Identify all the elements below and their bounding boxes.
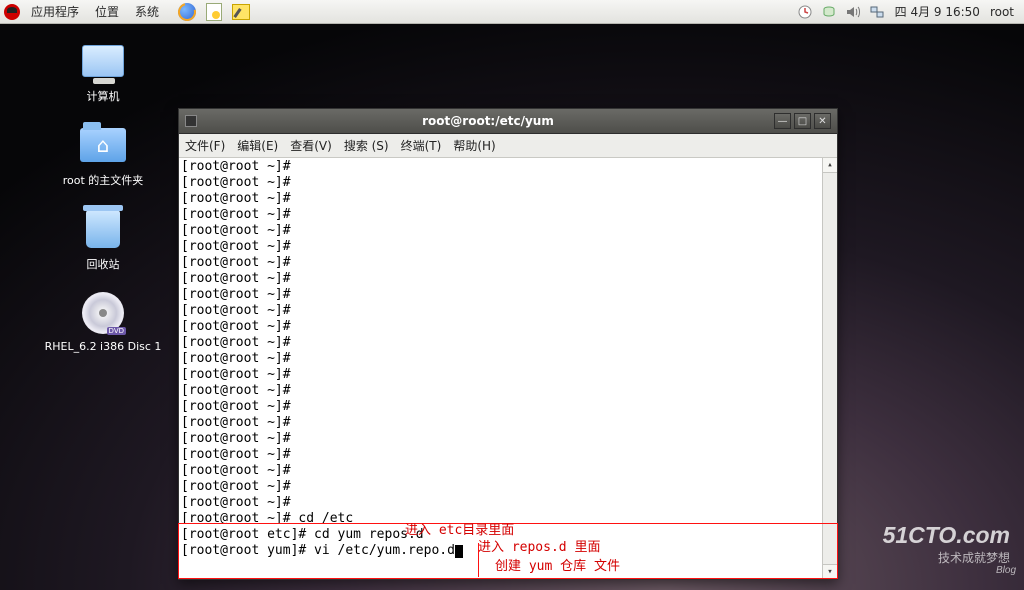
volume-icon[interactable] [845,4,861,20]
annotation-2: 进入 repos.d 里面 [478,536,600,555]
panel-right: 四 4月 9 16:50 root [797,3,1024,20]
home-folder-icon [80,128,126,162]
terminal-scrollbar[interactable] [822,158,837,579]
computer-icon [82,45,124,77]
watermark-big: 51CTO.com [883,522,1010,549]
watermark-tiny: Blog [996,565,1016,576]
disc-icon [82,292,124,334]
clock-label[interactable]: 四 4月 9 16:50 [895,3,980,20]
close-button[interactable]: ✕ [814,113,831,129]
desktop-icons: 计算机 root 的主文件夹 回收站 RHEL_6.2 i386 Disc 1 [38,38,168,353]
window-menu-icon[interactable] [185,115,197,127]
panel-left: 应用程序 位置 系统 [0,3,250,21]
menu-edit[interactable]: 编辑(E) [237,137,278,154]
menu-terminal[interactable]: 终端(T) [401,137,442,154]
distro-logo-icon[interactable] [4,4,20,20]
desktop-label: 回收站 [87,256,120,272]
network-icon[interactable] [869,4,885,20]
system-tray [797,4,885,20]
window-title: root@root:/etc/yum [205,114,771,128]
applications-menu[interactable]: 应用程序 [26,3,84,20]
disk-usage-icon[interactable] [821,4,837,20]
desktop-computer[interactable]: 计算机 [38,38,168,104]
terminal-window: root@root:/etc/yum — □ ✕ 文件(F) 编辑(E) 查看(… [178,108,838,580]
menu-search[interactable]: 搜索 (S) [344,137,389,154]
note-editor-icon[interactable] [232,4,250,20]
menu-help[interactable]: 帮助(H) [453,137,495,154]
user-menu[interactable]: root [990,5,1014,19]
minimize-button[interactable]: — [774,113,791,129]
desktop-home[interactable]: root 的主文件夹 [38,122,168,188]
menu-file[interactable]: 文件(F) [185,137,225,154]
maximize-button[interactable]: □ [794,113,811,129]
desktop-trash[interactable]: 回收站 [38,206,168,272]
desktop-label: RHEL_6.2 i386 Disc 1 [45,340,162,353]
firefox-icon[interactable] [178,3,196,21]
terminal-menubar: 文件(F) 编辑(E) 查看(V) 搜索 (S) 终端(T) 帮助(H) [179,134,837,158]
watermark-sm: 技术成就梦想 [883,549,1010,566]
update-icon[interactable] [797,4,813,20]
annotation-sep [478,543,479,577]
gnome-top-panel: 应用程序 位置 系统 四 4月 9 16:50 root [0,0,1024,24]
places-menu[interactable]: 位置 [90,3,124,20]
watermark: 51CTO.com 技术成就梦想 Blog [883,522,1010,566]
desktop-label: 计算机 [87,88,120,104]
terminal-content[interactable]: [root@root ~]#[root@root ~]#[root@root ~… [179,158,837,560]
system-menu[interactable]: 系统 [130,3,164,20]
launcher-icons [178,3,250,21]
terminal-body[interactable]: [root@root ~]#[root@root ~]#[root@root ~… [179,158,837,579]
desktop-disc[interactable]: RHEL_6.2 i386 Disc 1 [38,290,168,353]
trash-icon [86,210,120,248]
window-titlebar[interactable]: root@root:/etc/yum — □ ✕ [179,109,837,134]
desktop-label: root 的主文件夹 [63,172,144,188]
annotation-3: 创建 yum 仓库 文件 [495,555,620,574]
menu-view[interactable]: 查看(V) [290,137,332,154]
file-manager-icon[interactable] [206,3,222,21]
